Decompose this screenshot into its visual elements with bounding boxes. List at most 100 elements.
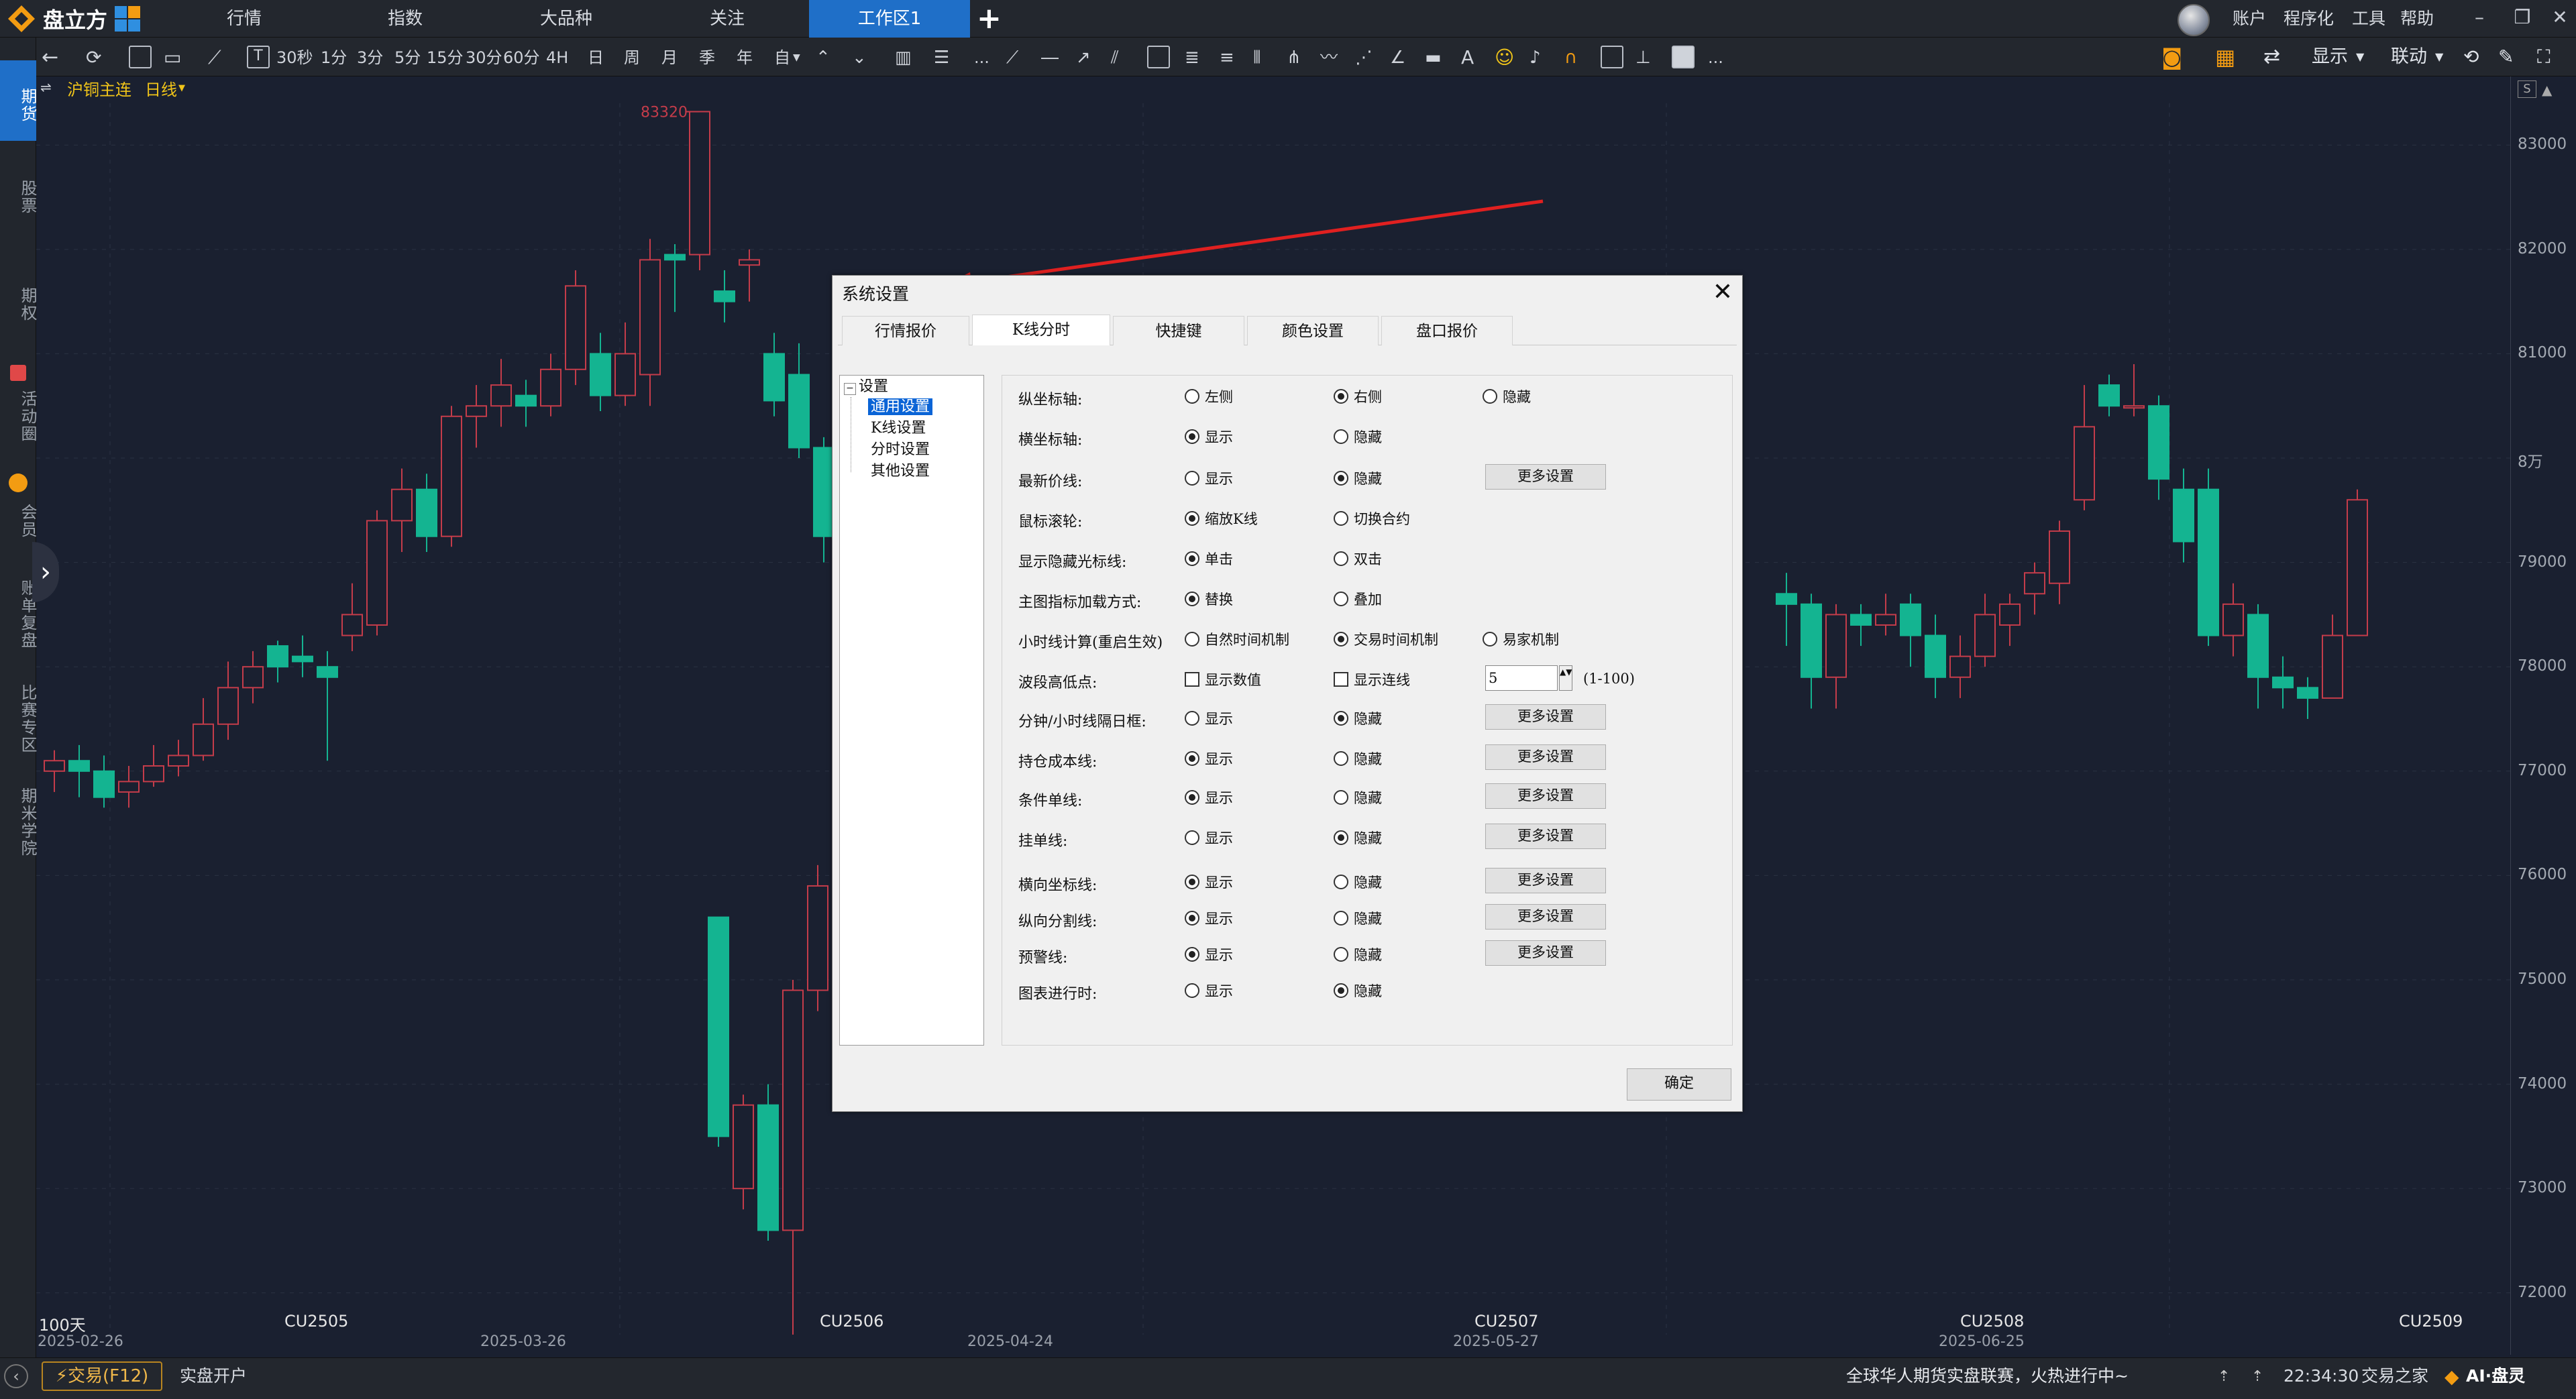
setting-radio-option[interactable]: 显示	[1185, 908, 1233, 928]
radio-icon[interactable]	[1334, 875, 1348, 889]
period-year[interactable]: 年	[737, 39, 753, 76]
setting-radio-option[interactable]: 隐藏	[1334, 828, 1382, 848]
period-selector[interactable]: 日线	[145, 76, 177, 103]
layout-columns-icon[interactable]: ▥	[895, 39, 912, 76]
symbol-link-icon[interactable]: ⇌	[40, 79, 52, 95]
sidebar-item-member[interactable]: 会员	[0, 498, 37, 545]
nav-watch[interactable]: 关注	[680, 0, 774, 38]
radio-icon[interactable]	[1185, 592, 1199, 606]
setting-radio-option[interactable]: 单击	[1185, 549, 1233, 569]
display-menu[interactable]: 显示	[2312, 40, 2348, 74]
emoji-icon[interactable]: ☺	[1495, 39, 1514, 76]
period-30s[interactable]: 30秒	[276, 39, 313, 76]
draw-line-icon[interactable]: ⟋	[1006, 39, 1018, 76]
close-icon[interactable]: ✕	[1707, 277, 1738, 308]
radio-icon[interactable]	[1185, 751, 1199, 766]
setting-radio-option[interactable]: 隐藏	[1334, 787, 1382, 807]
avatar[interactable]	[2178, 4, 2210, 36]
eraser-icon[interactable]	[1672, 46, 1695, 68]
zoom-in-icon[interactable]: ⌃	[816, 39, 830, 76]
radio-icon[interactable]	[1334, 947, 1348, 962]
more-settings-button[interactable]: 更多设置	[1485, 824, 1606, 849]
tab-quote[interactable]: 行情报价	[842, 316, 969, 345]
radio-icon[interactable]	[1185, 632, 1199, 647]
nav-market[interactable]: 行情	[197, 0, 291, 38]
period-15m[interactable]: 15分	[427, 39, 464, 76]
radio-icon[interactable]	[1483, 389, 1497, 404]
setting-radio-option[interactable]: 左侧	[1185, 386, 1233, 406]
period-60m[interactable]: 60分	[503, 39, 540, 76]
radio-icon[interactable]	[1185, 830, 1199, 845]
fullscreen-icon[interactable]: ⛶	[2537, 40, 2551, 74]
radio-icon[interactable]	[1334, 790, 1348, 805]
period-month[interactable]: 月	[661, 39, 678, 76]
setting-radio-option[interactable]: 显示	[1185, 787, 1233, 807]
setting-radio-option[interactable]: 隐藏	[1334, 981, 1382, 1001]
radio-icon[interactable]	[1185, 511, 1199, 526]
tree-item-other[interactable]: 其他设置	[871, 461, 930, 482]
radio-icon[interactable]	[1334, 911, 1348, 926]
setting-radio-option[interactable]: 右侧	[1334, 386, 1382, 406]
ai-assistant-button[interactable]: AI·盘灵	[2466, 1361, 2525, 1391]
chevron-down-icon[interactable]: ▼	[2435, 40, 2443, 74]
add-tab-icon[interactable]: +	[977, 3, 1002, 35]
setting-radio-option[interactable]: 显示	[1185, 468, 1233, 488]
close-window-icon[interactable]: ✕	[2541, 0, 2576, 38]
tree-item-kline[interactable]: K线设置	[871, 418, 926, 439]
period-4h[interactable]: 4H	[546, 39, 568, 76]
draw-pin-icon[interactable]: ⊥	[1635, 39, 1651, 76]
link-menu[interactable]: 联动	[2391, 40, 2427, 74]
setting-radio-option[interactable]: 显示	[1185, 427, 1233, 447]
draw-text-icon[interactable]: A	[1461, 39, 1474, 76]
radio-icon[interactable]	[1334, 830, 1348, 845]
period-30m[interactable]: 30分	[466, 39, 502, 76]
open-account-link[interactable]: 实盘开户	[180, 1361, 247, 1391]
setting-radio-option[interactable]: 显示	[1185, 708, 1233, 728]
radio-icon[interactable]	[1185, 711, 1199, 726]
more-settings-button[interactable]: 更多设置	[1485, 783, 1606, 809]
radio-icon[interactable]	[1185, 389, 1199, 404]
setting-radio-option[interactable]: 隐藏	[1334, 908, 1382, 928]
collapse-left-icon[interactable]: ‹	[4, 1364, 28, 1388]
tab-kline[interactable]: K线分时	[972, 315, 1110, 345]
text-tool-icon[interactable]: T	[247, 46, 270, 68]
minimize-icon[interactable]: –	[2461, 0, 2498, 38]
radio-icon[interactable]	[1334, 551, 1348, 566]
draw-rect-icon[interactable]	[1147, 46, 1170, 68]
radio-icon[interactable]	[1334, 429, 1348, 444]
restore-icon[interactable]: ❐	[2504, 0, 2541, 38]
magnet-icon[interactable]: ∩	[1564, 39, 1577, 76]
radio-icon[interactable]	[1185, 790, 1199, 805]
setting-radio-option[interactable]: 显示	[1185, 872, 1233, 892]
sidebar-item-stocks[interactable]: 股票	[0, 170, 37, 224]
setting-radio-option[interactable]: 显示	[1185, 748, 1233, 769]
calendar-icon[interactable]: ▦	[2215, 40, 2235, 74]
period-quarter[interactable]: 季	[699, 39, 715, 76]
tree-item-timeshare[interactable]: 分时设置	[871, 440, 930, 460]
sidebar-item-review[interactable]: 账单复盘	[0, 574, 37, 655]
setting-radio-option[interactable]: 替换	[1185, 589, 1233, 609]
sidebar-item-options[interactable]: 期权	[0, 278, 37, 331]
tab-colors[interactable]: 颜色设置	[1247, 316, 1379, 345]
draw-gann-icon[interactable]: ≡	[1220, 39, 1234, 76]
radio-icon[interactable]	[1483, 632, 1497, 647]
draw-arrow-icon[interactable]: ↗	[1076, 39, 1091, 76]
draw-cycle-icon[interactable]: ⦀	[1253, 39, 1260, 76]
radio-icon[interactable]	[1334, 711, 1348, 726]
period-5m[interactable]: 5分	[394, 39, 421, 76]
setting-radio-option[interactable]: 显示	[1185, 944, 1233, 964]
period-week[interactable]: 周	[624, 39, 640, 76]
more-settings-button[interactable]: 更多设置	[1485, 464, 1606, 490]
sidebar-item-academy[interactable]: 期米学院	[0, 782, 37, 862]
menu-help[interactable]: 帮助	[2400, 0, 2434, 38]
more-settings-button[interactable]: 更多设置	[1485, 704, 1606, 730]
swing-count-spinner[interactable]: 5	[1485, 665, 1558, 691]
checkbox-icon[interactable]	[1185, 672, 1199, 687]
more-settings-button[interactable]: 更多设置	[1485, 940, 1606, 966]
menu-tools[interactable]: 工具	[2352, 0, 2385, 38]
sidebar-item-contest[interactable]: 比赛专区	[0, 679, 37, 759]
radio-icon[interactable]	[1334, 983, 1348, 998]
chevron-down-icon[interactable]: ▼	[2356, 40, 2364, 74]
setting-radio-option[interactable]: 易家机制	[1483, 629, 1559, 649]
sync-icon[interactable]: ⟲	[2463, 40, 2479, 74]
